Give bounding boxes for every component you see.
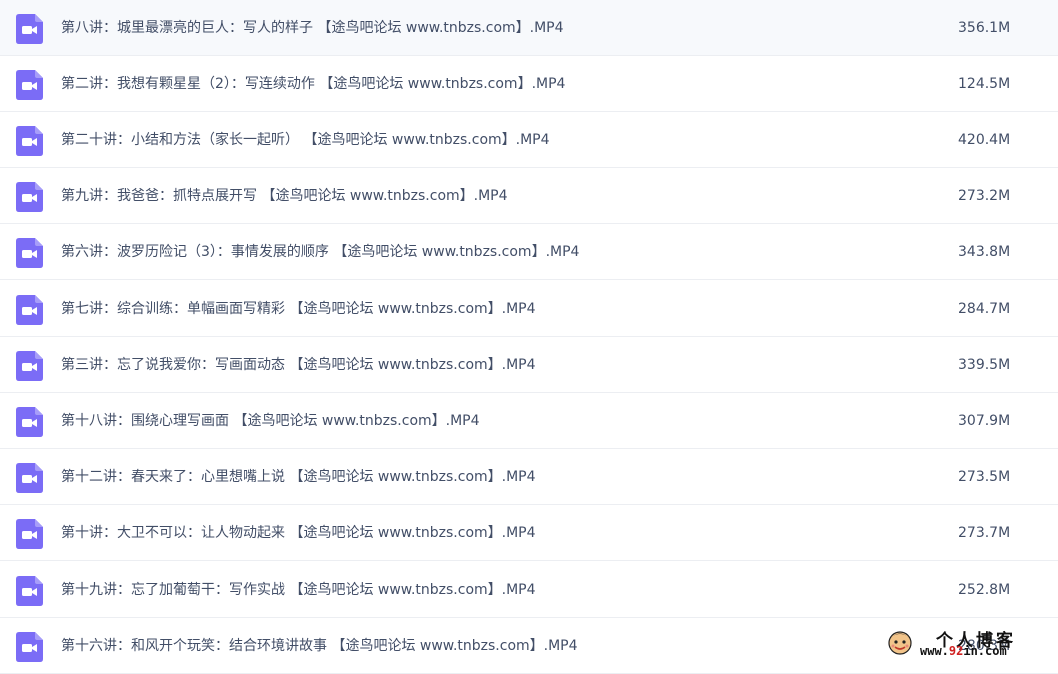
file-size: 273.7M bbox=[958, 525, 1011, 541]
file-size: 284.7M bbox=[958, 301, 1011, 317]
video-file-icon bbox=[16, 407, 43, 437]
file-size: 307.9M bbox=[958, 413, 1011, 429]
file-row[interactable]: 第二讲：我想有颗星星（2）：写连续动作 【途鸟吧论坛 www.tnbzs.com… bbox=[0, 56, 1058, 112]
file-name[interactable]: 第十讲：大卫不可以：让人物动起来 【途鸟吧论坛 www.tnbzs.com】.M… bbox=[61, 505, 536, 561]
file-size: 252.8M bbox=[958, 582, 1011, 598]
video-file-icon bbox=[16, 70, 43, 100]
file-row[interactable]: 第十九讲：忘了加葡萄干：写作实战 【途鸟吧论坛 www.tnbzs.com】.M… bbox=[0, 562, 1058, 618]
file-size: 273.2M bbox=[958, 188, 1011, 204]
file-size: 420.4M bbox=[958, 132, 1011, 148]
video-file-icon bbox=[16, 14, 43, 44]
video-file-icon bbox=[16, 182, 43, 212]
file-name[interactable]: 第十二讲：春天来了：心里想嘴上说 【途鸟吧论坛 www.tnbzs.com】.M… bbox=[61, 449, 536, 505]
video-file-icon bbox=[16, 126, 43, 156]
file-row[interactable]: 第十二讲：春天来了：心里想嘴上说 【途鸟吧论坛 www.tnbzs.com】.M… bbox=[0, 449, 1058, 505]
file-size: 339.5M bbox=[958, 357, 1011, 373]
file-size: 343.8M bbox=[958, 244, 1011, 260]
file-size: 356.1M bbox=[958, 20, 1011, 36]
file-row[interactable]: 第八讲：城里最漂亮的巨人：写人的样子 【途鸟吧论坛 www.tnbzs.com】… bbox=[0, 0, 1058, 56]
file-name[interactable]: 第二讲：我想有颗星星（2）：写连续动作 【途鸟吧论坛 www.tnbzs.com… bbox=[61, 56, 565, 112]
file-row[interactable]: 第九讲：我爸爸：抓特点展开写 【途鸟吧论坛 www.tnbzs.com】.MP4… bbox=[0, 168, 1058, 224]
file-row[interactable]: 第二十讲：小结和方法（家长一起听） 【途鸟吧论坛 www.tnbzs.com】.… bbox=[0, 112, 1058, 168]
file-name[interactable]: 第七讲：综合训练：单幅画面写精彩 【途鸟吧论坛 www.tnbzs.com】.M… bbox=[61, 281, 536, 337]
video-file-icon bbox=[16, 238, 43, 268]
file-row[interactable]: 第六讲：波罗历险记（3）：事情发展的顺序 【途鸟吧论坛 www.tnbzs.co… bbox=[0, 224, 1058, 280]
file-name[interactable]: 第十九讲：忘了加葡萄干：写作实战 【途鸟吧论坛 www.tnbzs.com】.M… bbox=[61, 562, 536, 618]
file-name[interactable]: 第十八讲：围绕心理写画面 【途鸟吧论坛 www.tnbzs.com】.MP4 bbox=[61, 393, 480, 449]
video-file-icon bbox=[16, 463, 43, 493]
video-file-icon bbox=[16, 632, 43, 662]
file-list: 第八讲：城里最漂亮的巨人：写人的样子 【途鸟吧论坛 www.tnbzs.com】… bbox=[0, 0, 1058, 674]
watermark: 个人博客 www.92in.com bbox=[884, 626, 1056, 661]
video-file-icon bbox=[16, 295, 43, 325]
file-row[interactable]: 第七讲：综合训练：单幅画面写精彩 【途鸟吧论坛 www.tnbzs.com】.M… bbox=[0, 281, 1058, 337]
file-size: 273.5M bbox=[958, 469, 1011, 485]
file-name[interactable]: 第九讲：我爸爸：抓特点展开写 【途鸟吧论坛 www.tnbzs.com】.MP4 bbox=[61, 168, 508, 224]
file-row[interactable]: 第三讲：忘了说我爱你：写画面动态 【途鸟吧论坛 www.tnbzs.com】.M… bbox=[0, 337, 1058, 393]
file-name[interactable]: 第二十讲：小结和方法（家长一起听） 【途鸟吧论坛 www.tnbzs.com】.… bbox=[61, 112, 550, 168]
video-file-icon bbox=[16, 519, 43, 549]
video-file-icon bbox=[16, 576, 43, 606]
file-name[interactable]: 第三讲：忘了说我爱你：写画面动态 【途鸟吧论坛 www.tnbzs.com】.M… bbox=[61, 337, 536, 393]
watermark-url: www.92in.com bbox=[920, 644, 1007, 658]
file-row[interactable]: 第十八讲：围绕心理写画面 【途鸟吧论坛 www.tnbzs.com】.MP4 30… bbox=[0, 393, 1058, 449]
video-file-icon bbox=[16, 351, 43, 381]
cartoon-face-icon bbox=[888, 631, 912, 655]
file-size: 124.5M bbox=[958, 76, 1011, 92]
file-name[interactable]: 第八讲：城里最漂亮的巨人：写人的样子 【途鸟吧论坛 www.tnbzs.com】… bbox=[61, 0, 564, 56]
file-name[interactable]: 第十六讲：和风开个玩笑：结合环境讲故事 【途鸟吧论坛 www.tnbzs.com… bbox=[61, 618, 578, 674]
file-name[interactable]: 第六讲：波罗历险记（3）：事情发展的顺序 【途鸟吧论坛 www.tnbzs.co… bbox=[61, 224, 579, 280]
file-row[interactable]: 第十讲：大卫不可以：让人物动起来 【途鸟吧论坛 www.tnbzs.com】.M… bbox=[0, 505, 1058, 561]
